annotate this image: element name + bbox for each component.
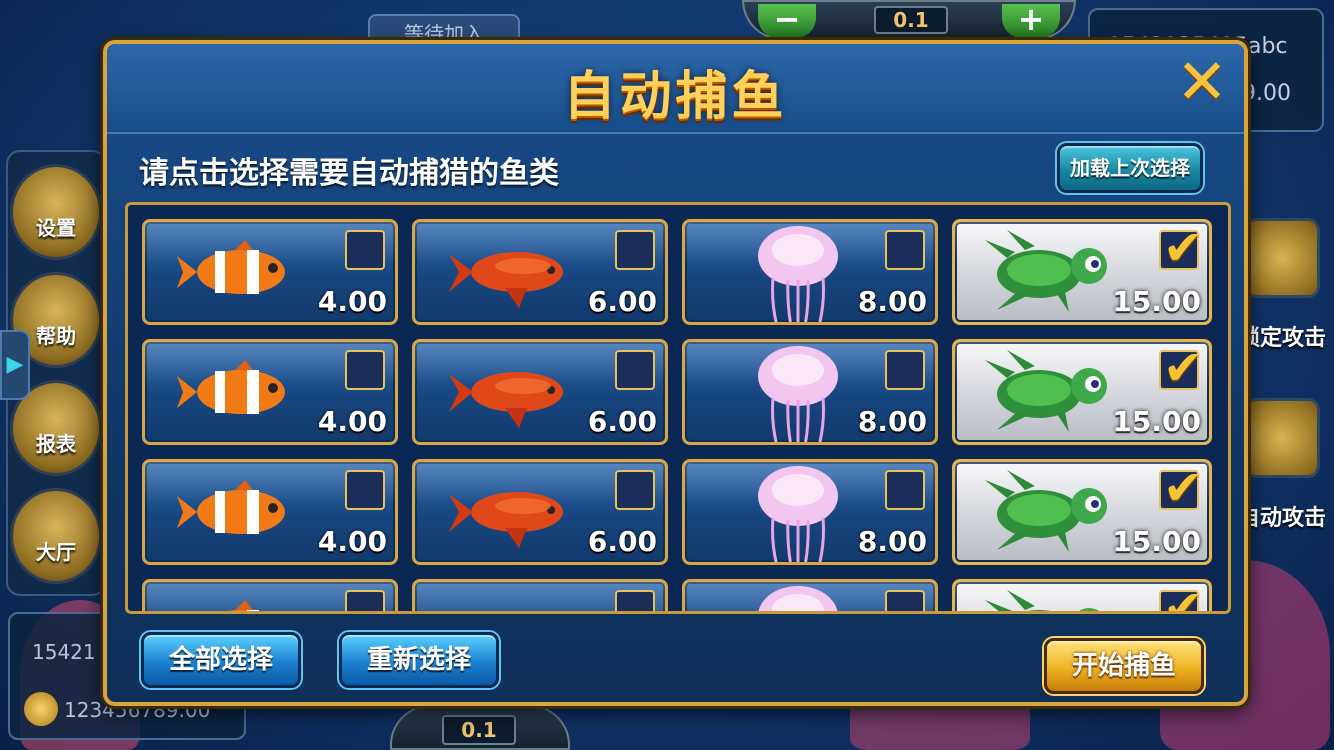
select-checkbox[interactable]: [615, 590, 655, 611]
dialog-header: 自动捕鱼 ✕: [107, 44, 1244, 134]
select-checkbox[interactable]: [345, 230, 385, 270]
close-icon[interactable]: ✕: [1176, 51, 1228, 113]
fish-card-jellyfish[interactable]: 8.00: [682, 459, 938, 565]
auto-attack-label: 自动攻击: [1238, 506, 1327, 531]
checkmark-icon: ✔: [1163, 340, 1204, 396]
fish-card-clownfish[interactable]: 4.00: [142, 219, 398, 325]
red-carp-icon: [445, 596, 575, 611]
lobby-label: 大厅: [36, 540, 76, 564]
decrease-bet-button[interactable]: −: [758, 3, 816, 38]
player-name: 15421: [32, 640, 96, 664]
checkmark-icon: ✔: [1163, 580, 1204, 614]
fish-card-jellyfish[interactable]: 8.00: [682, 339, 938, 445]
fish-price: 15.00: [1112, 525, 1201, 558]
red-carp-icon: [445, 356, 575, 440]
select-checkbox[interactable]: [885, 470, 925, 510]
select-checkbox[interactable]: [885, 230, 925, 270]
report-label: 报表: [36, 432, 76, 456]
turtle-icon: [977, 346, 1117, 440]
select-checkbox[interactable]: [885, 350, 925, 390]
fish-price: 4.00: [317, 285, 387, 318]
fish-price: 4.00: [317, 525, 387, 558]
increase-bet-button[interactable]: +: [1002, 3, 1060, 38]
coin-icon: [24, 692, 58, 726]
select-checkbox[interactable]: [345, 470, 385, 510]
jellyfish-icon: [743, 462, 853, 562]
fish-card-clownfish[interactable]: [142, 579, 398, 611]
clownfish-icon: [175, 596, 295, 611]
fish-card-turtle[interactable]: ✔ 15.00: [952, 459, 1212, 565]
lock-attack-label: 锁定攻击: [1238, 326, 1327, 351]
start-fishing-button[interactable]: 开始捕鱼: [1044, 638, 1204, 694]
auto-fishing-dialog: 自动捕鱼 ✕ 请点击选择需要自动捕猎的鱼类 加载上次选择 4.00 6.00 8.0…: [103, 40, 1248, 706]
fish-price: 8.00: [857, 405, 927, 438]
fish-grid: 4.00 6.00 8.00 ✔ 15.00 4.00 6.00 8.00 ✔ 15.00 4.00…: [142, 219, 1212, 611]
fish-price: 8.00: [857, 285, 927, 318]
dialog-title: 自动捕鱼: [563, 67, 788, 127]
clownfish-icon: [175, 476, 295, 550]
bottom-bet-value: 0.1: [442, 715, 516, 745]
jellyfish-icon: [743, 342, 853, 442]
select-all-button[interactable]: 全部选择: [141, 632, 301, 688]
fish-card-jellyfish[interactable]: [682, 579, 938, 611]
select-checkbox[interactable]: [345, 590, 385, 611]
load-last-selection-button[interactable]: 加载上次选择: [1057, 143, 1203, 193]
fish-card-red-carp[interactable]: 6.00: [412, 219, 668, 325]
fish-card-clownfish[interactable]: 4.00: [142, 339, 398, 445]
fish-price: 6.00: [587, 405, 657, 438]
select-checkbox[interactable]: [615, 350, 655, 390]
fish-card-red-carp[interactable]: 6.00: [412, 459, 668, 565]
top-bet-value: 0.1: [874, 6, 948, 34]
select-checkbox[interactable]: [615, 470, 655, 510]
lock-attack-button[interactable]: [1244, 218, 1320, 298]
fish-card-red-carp[interactable]: 6.00: [412, 339, 668, 445]
select-checkbox[interactable]: ✔: [1159, 582, 1203, 611]
select-checkbox[interactable]: ✔: [1159, 342, 1203, 396]
fish-price: 15.00: [1112, 405, 1201, 438]
red-carp-icon: [445, 476, 575, 560]
fish-card-turtle[interactable]: ✔: [952, 579, 1212, 611]
fish-price: 6.00: [587, 525, 657, 558]
jellyfish-icon: [743, 582, 853, 611]
jellyfish-icon: [743, 222, 853, 322]
select-checkbox[interactable]: [885, 590, 925, 611]
fish-price: 15.00: [1112, 285, 1201, 318]
fish-price: 8.00: [857, 525, 927, 558]
top-bet-bar: − 0.1 +: [742, 0, 1076, 40]
expand-menu-arrow-icon[interactable]: ▶: [0, 330, 30, 400]
lobby-button[interactable]: 大厅: [10, 488, 102, 584]
red-carp-icon: [445, 236, 575, 320]
fish-card-red-carp[interactable]: [412, 579, 668, 611]
clownfish-icon: [175, 356, 295, 430]
bottom-bet-bar: 0.1: [390, 705, 570, 750]
select-checkbox[interactable]: [615, 230, 655, 270]
turtle-icon: [977, 226, 1117, 320]
fish-card-jellyfish[interactable]: 8.00: [682, 219, 938, 325]
instruction-text: 请点击选择需要自动捕猎的鱼类: [139, 156, 559, 191]
select-checkbox[interactable]: [345, 350, 385, 390]
fish-price: 6.00: [587, 285, 657, 318]
fish-price: 4.00: [317, 405, 387, 438]
select-checkbox[interactable]: ✔: [1159, 222, 1203, 276]
fish-card-turtle[interactable]: ✔ 15.00: [952, 219, 1212, 325]
clownfish-icon: [175, 236, 295, 310]
settings-button[interactable]: 设置: [10, 164, 102, 260]
fish-selection-grid[interactable]: 4.00 6.00 8.00 ✔ 15.00 4.00 6.00 8.00 ✔ 15.00 4.00…: [125, 202, 1231, 614]
fish-card-turtle[interactable]: ✔ 15.00: [952, 339, 1212, 445]
auto-attack-button[interactable]: [1244, 398, 1320, 478]
turtle-icon: [977, 466, 1117, 560]
checkmark-icon: ✔: [1163, 220, 1204, 276]
reselect-button[interactable]: 重新选择: [339, 632, 499, 688]
fish-card-clownfish[interactable]: 4.00: [142, 459, 398, 565]
settings-label: 设置: [36, 216, 76, 240]
turtle-icon: [977, 586, 1117, 611]
select-checkbox[interactable]: ✔: [1159, 462, 1203, 516]
checkmark-icon: ✔: [1163, 460, 1204, 516]
